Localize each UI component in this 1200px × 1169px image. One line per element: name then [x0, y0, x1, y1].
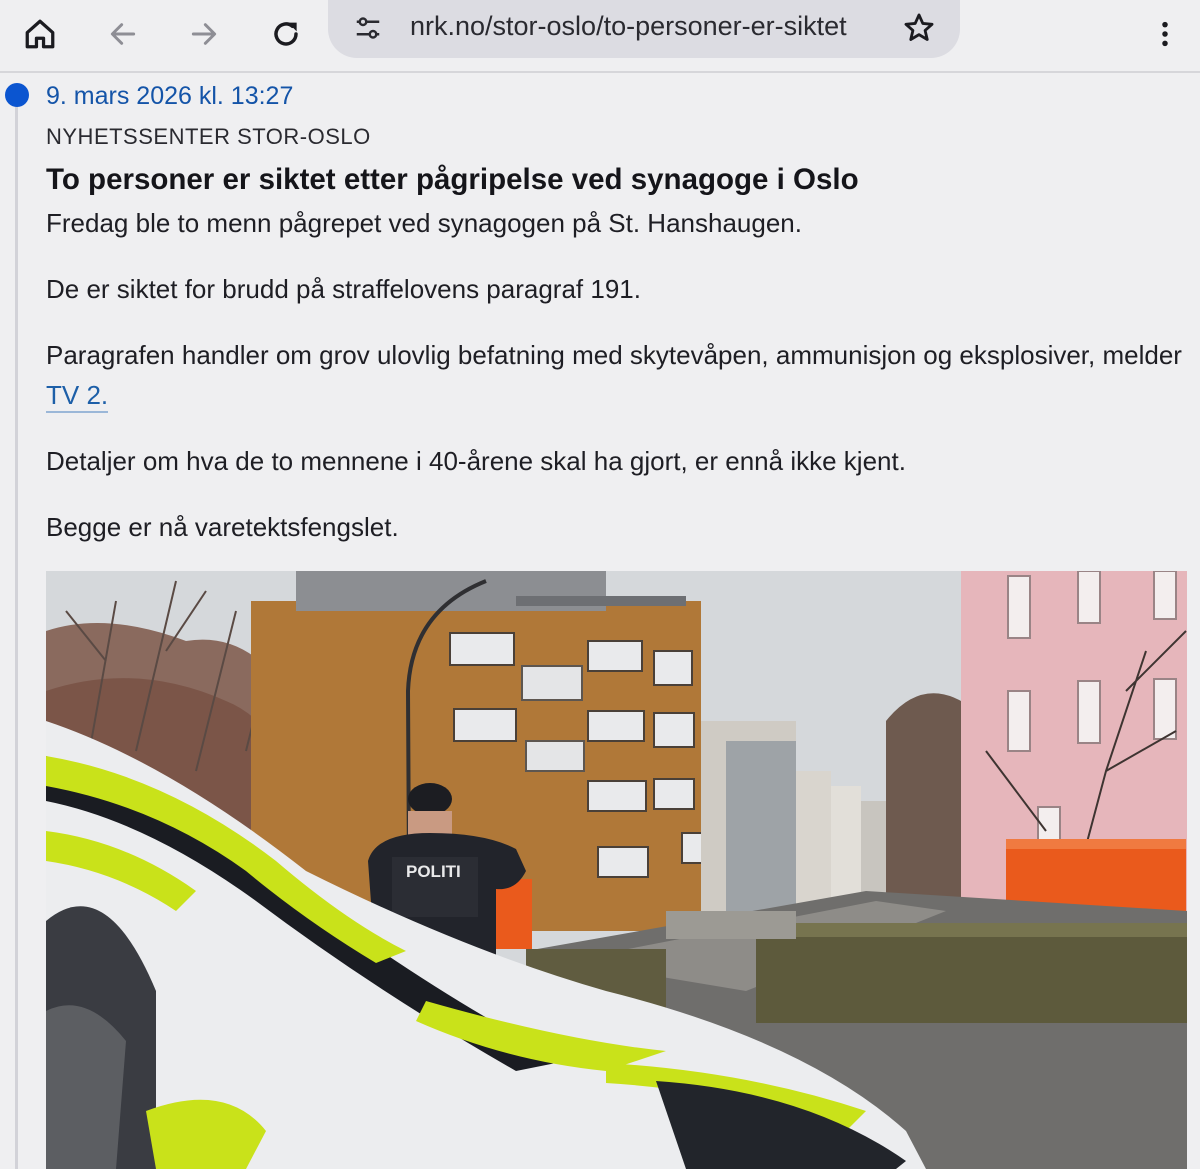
forward-button[interactable]	[178, 8, 230, 60]
bookmark-button[interactable]	[893, 2, 945, 54]
paragraph-5: Begge er nå varetektsfengslet.	[46, 512, 399, 542]
reload-button[interactable]	[260, 8, 312, 60]
home-icon	[25, 19, 55, 49]
article-photo[interactable]: POLITI	[46, 571, 1187, 1169]
arrow-right-icon	[191, 23, 217, 45]
paragraph-2: De er siktet for brudd på straffelovens …	[46, 274, 641, 304]
back-button[interactable]	[97, 8, 149, 60]
tune-icon	[356, 17, 380, 39]
menu-button[interactable]	[1139, 8, 1191, 60]
photo-illustration: POLITI	[46, 571, 1187, 1169]
paragraph-3-text: Paragrafen handler om grov ulovlig befat…	[46, 340, 1182, 370]
entry-timestamp[interactable]: 9. mars 2026 kl. 13:27	[46, 80, 1200, 114]
paragraph-3: Paragrafen handler om grov ulovlig befat…	[46, 335, 1200, 415]
more-vert-icon	[1162, 21, 1168, 47]
paragraph-4: Detaljer om hva de to mennene i 40-årene…	[46, 446, 906, 476]
browser-toolbar: nrk.no/stor-oslo/to-personer-er-siktet	[0, 0, 1200, 73]
section-label: NYHETSSENTER STOR-OSLO	[46, 124, 371, 149]
timeline-dot	[5, 83, 29, 107]
home-button[interactable]	[14, 8, 66, 60]
url-text[interactable]: nrk.no/stor-oslo/to-personer-er-siktet	[410, 8, 868, 44]
vest-text: POLITI	[406, 862, 461, 881]
live-entry: 9. mars 2026 kl. 13:27 NYHETSSENTER STOR…	[46, 80, 1200, 547]
reload-icon	[274, 22, 298, 46]
paragraph-1: Fredag ble to menn pågrepet ved synagoge…	[46, 208, 802, 238]
timeline-line	[15, 100, 18, 1169]
site-info-button[interactable]	[342, 2, 394, 54]
entry-headline: To personer er siktet etter pågripelse v…	[46, 163, 859, 196]
address-bar[interactable]: nrk.no/stor-oslo/to-personer-er-siktet	[328, 0, 960, 58]
arrow-left-icon	[110, 23, 136, 45]
star-icon	[904, 13, 934, 41]
tv2-link[interactable]: TV 2.	[46, 380, 109, 413]
